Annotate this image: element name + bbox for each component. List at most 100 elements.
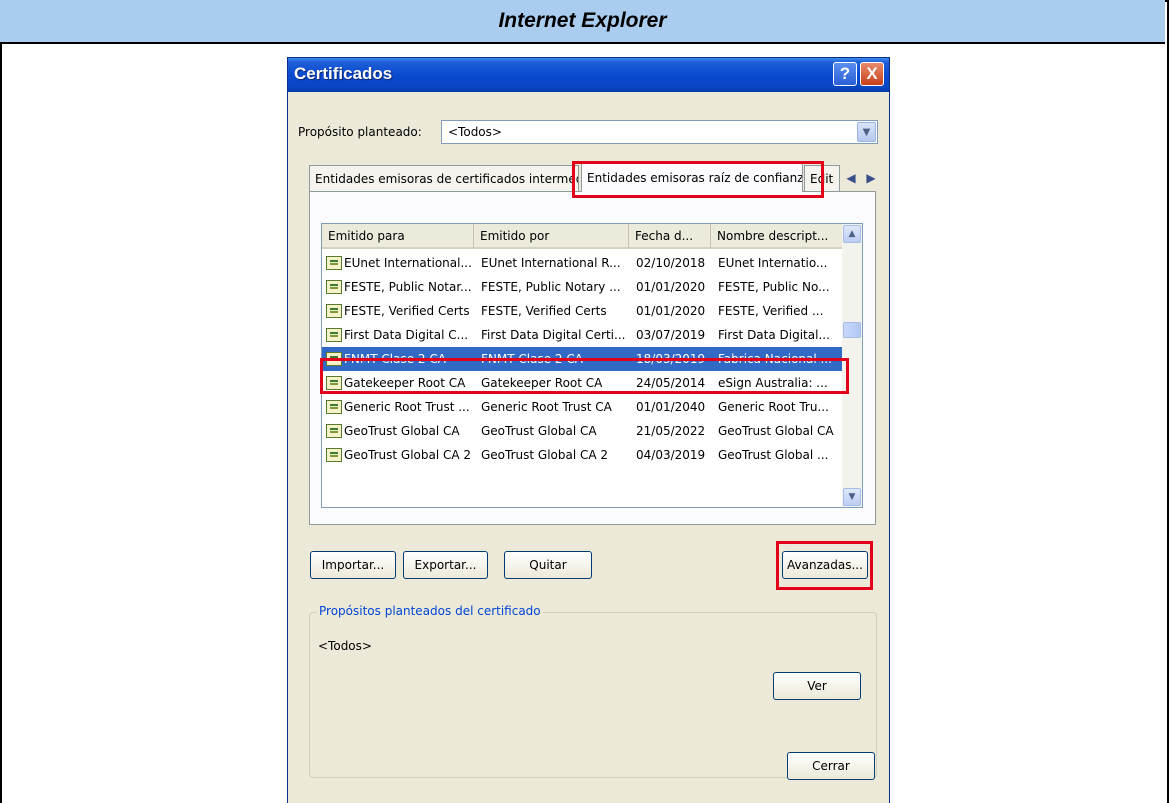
certificate-icon (326, 256, 342, 270)
table-row[interactable]: Generic Root Trust ... Generic Root Trust… (322, 395, 842, 419)
cell-friendly-name-text: First Data Digital... (718, 328, 830, 342)
export-button[interactable]: Exportar... (403, 551, 488, 579)
cell-date: 03/07/2019 (636, 323, 710, 347)
import-button[interactable]: Importar... (310, 551, 396, 579)
cell-issued-to: Generic Root Trust ... (326, 395, 474, 419)
cell-issued-by-text: First Data Digital Certi... (481, 328, 626, 342)
cell-issued-by-text: GeoTrust Global CA (481, 424, 597, 438)
cell-issued-to-text: FESTE, Public Notar... (344, 280, 472, 294)
close-button[interactable]: Cerrar (787, 752, 875, 780)
cell-issued-to-text: EUnet International... (344, 256, 472, 270)
view-button[interactable]: Ver (773, 672, 861, 700)
cell-issued-to: FESTE, Verified Certs (326, 299, 474, 323)
cell-date-text: 04/03/2019 (636, 448, 706, 462)
cell-friendly-name-text: FESTE, Verified ... (718, 304, 824, 318)
cell-issued-to: First Data Digital C... (326, 323, 474, 347)
chevron-down-icon[interactable]: ▼ (857, 122, 876, 142)
cell-issued-to: GeoTrust Global CA (326, 419, 474, 443)
column-header-issued-by[interactable]: Emitido por (474, 224, 629, 248)
cell-friendly-name: First Data Digital... (718, 323, 841, 347)
cell-issued-to-text: GeoTrust Global CA 2 (344, 448, 472, 462)
dialog-titlebar[interactable]: Certificados ? X (288, 58, 889, 92)
cell-friendly-name-text: FESTE, Public No... (718, 280, 830, 294)
cell-friendly-name-text: GeoTrust Global ... (718, 448, 829, 462)
help-button[interactable]: ? (833, 62, 857, 86)
page-header: Internet Explorer (0, 0, 1165, 44)
certificate-icon (326, 280, 342, 294)
purpose-select-value: <Todos> (448, 125, 502, 139)
cell-issued-to: GeoTrust Global CA 2 (326, 443, 474, 467)
cell-issued-by: Generic Root Trust CA (481, 395, 628, 419)
tab-scroll-right-icon[interactable]: ▶ (866, 171, 875, 185)
purposes-value: <Todos> (318, 639, 372, 653)
purpose-select[interactable]: <Todos> ▼ (441, 120, 878, 144)
cell-date-text: 21/05/2022 (636, 424, 706, 438)
cell-friendly-name: Generic Root Tru... (718, 395, 841, 419)
remove-button[interactable]: Quitar (504, 551, 592, 579)
tab-scroll-buttons: ◀ ▶ (841, 167, 881, 189)
table-row[interactable]: GeoTrust Global CA 2 GeoTrust Global CA 2… (322, 443, 842, 467)
cell-issued-by-text: Generic Root Trust CA (481, 400, 612, 414)
column-header-date[interactable]: Fecha d... (629, 224, 711, 248)
certificate-icon (326, 400, 342, 414)
cell-date-text: 01/01/2020 (636, 304, 706, 318)
cell-date: 01/01/2020 (636, 299, 710, 323)
cell-issued-by: EUnet International R... (481, 251, 628, 275)
cell-issued-by: GeoTrust Global CA (481, 419, 628, 443)
cell-date: 04/03/2019 (636, 443, 710, 467)
cell-date: 01/01/2040 (636, 395, 710, 419)
close-window-button[interactable]: X (860, 62, 884, 86)
cell-friendly-name: FESTE, Verified ... (718, 299, 841, 323)
certificate-icon (326, 448, 342, 462)
cell-date-text: 01/01/2020 (636, 280, 706, 294)
cell-issued-to-text: First Data Digital C... (344, 328, 469, 342)
scroll-up-icon[interactable]: ▲ (843, 225, 861, 243)
scroll-down-icon[interactable]: ▼ (843, 488, 861, 506)
cell-date-text: 02/10/2018 (636, 256, 706, 270)
highlight-box-tab (572, 161, 824, 198)
table-row[interactable]: FESTE, Verified Certs FESTE, Verified Cer… (322, 299, 842, 323)
cell-issued-by: GeoTrust Global CA 2 (481, 443, 628, 467)
table-row[interactable]: GeoTrust Global CA GeoTrust Global CA 21/0… (322, 419, 842, 443)
tab-intermediate-cas[interactable]: Entidades emisoras de certificados inter… (309, 165, 579, 191)
column-header-friendly-name[interactable]: Nombre descript... (711, 224, 842, 248)
cell-friendly-name: GeoTrust Global CA (718, 419, 841, 443)
cell-date: 02/10/2018 (636, 251, 710, 275)
cell-issued-to: FESTE, Public Notar... (326, 275, 474, 299)
cell-issued-to-text: GeoTrust Global CA (344, 424, 460, 438)
table-row[interactable]: First Data Digital C... First Data Digita… (322, 323, 842, 347)
cell-date-text: 01/01/2040 (636, 400, 706, 414)
cell-date: 21/05/2022 (636, 419, 710, 443)
cell-issued-by-text: GeoTrust Global CA 2 (481, 448, 609, 462)
table-row[interactable]: FESTE, Public Notar... FESTE, Public Nota… (322, 275, 842, 299)
certificate-icon (326, 424, 342, 438)
dialog-title: Certificados (294, 64, 393, 83)
cell-issued-to: EUnet International... (326, 251, 474, 275)
cell-issued-by-text: EUnet International R... (481, 256, 621, 270)
tab-scroll-left-icon[interactable]: ◀ (846, 171, 855, 185)
certificate-icon (326, 304, 342, 318)
cell-friendly-name-text: Generic Root Tru... (718, 400, 829, 414)
cell-issued-by: FESTE, Verified Certs (481, 299, 628, 323)
cell-friendly-name: EUnet Internatio... (718, 251, 841, 275)
cell-issued-to-text: FESTE, Verified Certs (344, 304, 470, 318)
purposes-group-title: Propósitos planteados del certificado (317, 604, 543, 618)
cell-friendly-name-text: EUnet Internatio... (718, 256, 828, 270)
cell-friendly-name-text: GeoTrust Global CA (718, 424, 834, 438)
cell-issued-to-text: Generic Root Trust ... (344, 400, 470, 414)
purpose-label: Propósito planteado: (298, 125, 422, 139)
cell-issued-by-text: FESTE, Verified Certs (481, 304, 607, 318)
list-header: Emitido para Emitido por Fecha d... Nomb… (322, 224, 842, 249)
cell-date-text: 03/07/2019 (636, 328, 706, 342)
column-header-issued-to[interactable]: Emitido para (322, 224, 474, 248)
cell-issued-by: FESTE, Public Notary ... (481, 275, 628, 299)
table-row[interactable]: EUnet International... EUnet Internationa… (322, 251, 842, 275)
cell-issued-by-text: FESTE, Public Notary ... (481, 280, 621, 294)
cell-friendly-name: GeoTrust Global ... (718, 443, 841, 467)
page-title: Internet Explorer (498, 9, 667, 32)
scrollbar-thumb[interactable] (843, 322, 861, 338)
cell-friendly-name: FESTE, Public No... (718, 275, 841, 299)
certificate-icon (326, 328, 342, 342)
cell-issued-by: First Data Digital Certi... (481, 323, 628, 347)
cell-date: 01/01/2020 (636, 275, 710, 299)
